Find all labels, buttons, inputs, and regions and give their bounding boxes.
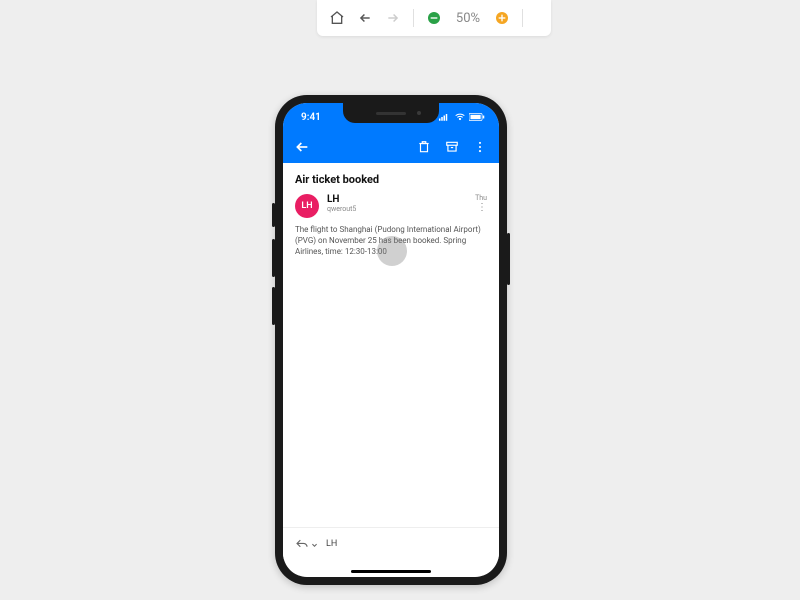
reply-bar[interactable]: LH [283,527,499,559]
more-icon[interactable] [471,138,489,156]
forward-arrow-icon[interactable] [383,8,403,28]
toolbar-separator [522,9,523,27]
battery-icon [469,113,485,121]
emulator-toolbar: 50% [317,0,551,36]
side-button [272,203,275,227]
email-subject: Air ticket booked [295,173,487,186]
email-body: The flight to Shanghai (Pudong Internati… [295,224,487,258]
email-date: Thu [475,194,487,202]
status-icons [439,113,485,121]
signal-icon [439,113,451,121]
side-button [507,233,510,285]
zoom-level: 50% [452,11,484,26]
home-icon[interactable] [327,8,347,28]
home-indicator[interactable] [351,570,431,573]
row-more-icon[interactable]: ⋮ [475,206,487,210]
reply-recipient: LH [326,539,337,549]
side-button [272,239,275,277]
toolbar-separator [413,9,414,27]
zoom-out-icon[interactable] [424,8,444,28]
status-time: 9:41 [301,112,321,123]
back-arrow-icon[interactable] [355,8,375,28]
sender-row: LH LH qwerout5 Thu ⋮ [295,194,487,218]
avatar[interactable]: LH [295,194,319,218]
archive-icon[interactable] [443,138,461,156]
sender-name: LH [327,194,467,205]
sender-address: qwerout5 [327,205,467,213]
reply-chevron-icon[interactable] [311,534,318,553]
app-bar [283,131,499,163]
zoom-in-icon[interactable] [492,8,512,28]
phone-notch [343,103,439,123]
email-content: Air ticket booked LH LH qwerout5 Thu ⋮ T… [283,163,499,268]
reply-icon[interactable] [295,534,309,553]
wifi-icon [454,113,466,121]
back-icon[interactable] [293,138,311,156]
trash-icon[interactable] [415,138,433,156]
phone-frame: 9:41 Air ticket booked [275,95,507,585]
phone-screen: 9:41 Air ticket booked [283,103,499,577]
side-button [272,287,275,325]
